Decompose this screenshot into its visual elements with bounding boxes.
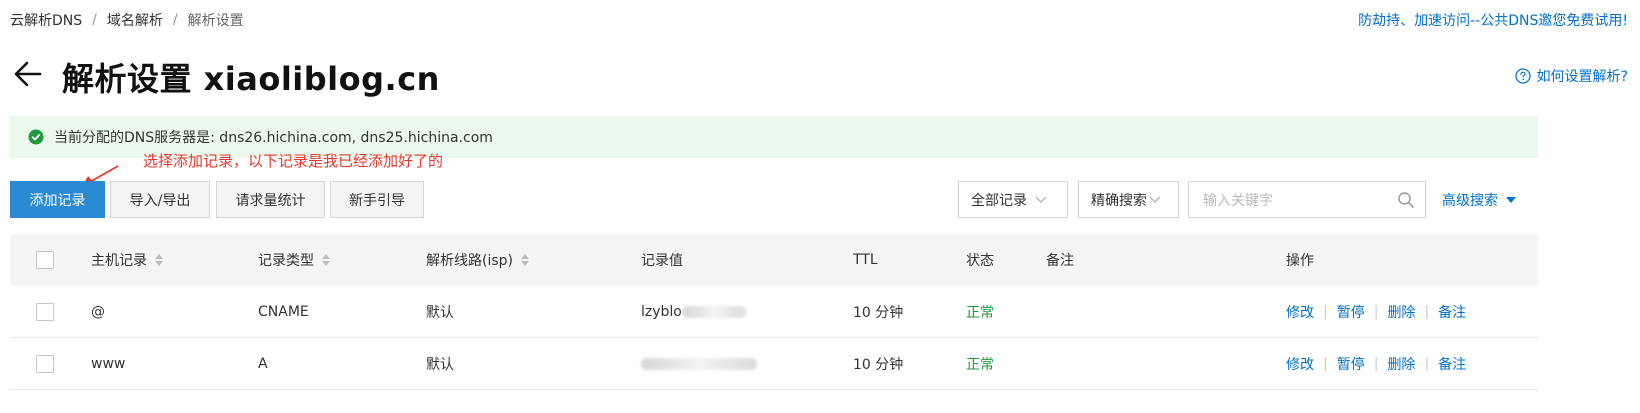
remark-link[interactable]: 备注 (1438, 302, 1466, 322)
breadcrumb-item-cloud-dns[interactable]: 云解析DNS (10, 10, 82, 30)
ttl-cell: 10 分钟 (853, 305, 904, 321)
line-cell: 默认 (426, 305, 454, 321)
table-row: www A 默认 10 分钟 正常 修改 | 暂停 | 删除 | 备注 (10, 338, 1538, 390)
delete-link[interactable]: 删除 (1387, 354, 1415, 374)
column-header-value: 记录值 (641, 253, 683, 269)
line-cell: 默认 (426, 357, 454, 373)
records-table-header: 主机记录 记录类型 解析线路(isp) 记录值 TTL 状态 备注 操作 (10, 234, 1538, 286)
host-cell: www (91, 356, 126, 372)
redacted-value (641, 358, 757, 370)
add-record-button[interactable]: 添加记录 (10, 181, 105, 218)
status-cell: 正常 (966, 357, 994, 373)
status-cell: 正常 (966, 305, 994, 321)
column-header-status: 状态 (966, 253, 994, 269)
table-row: @ CNAME 默认 lzyblo 10 分钟 正常 修改 | 暂停 | 删除 | 备… (10, 286, 1538, 338)
request-stats-button[interactable]: 请求量统计 (216, 181, 325, 218)
value-cell-text: lzyblo (641, 304, 682, 320)
column-header-type[interactable]: 记录类型 (258, 234, 330, 286)
sort-icon (155, 254, 163, 266)
import-export-button[interactable]: 导入/导出 (110, 181, 210, 218)
page-title: 解析设置 xiaoliblog.cn (62, 60, 440, 98)
keyword-search-input[interactable] (1201, 182, 1395, 219)
record-filter-value: 全部记录 (971, 192, 1027, 209)
caret-down-icon (1506, 197, 1516, 203)
chevron-down-icon (1149, 196, 1161, 203)
annotation-text: 选择添加记录，以下记录是我已经添加好了的 (143, 152, 444, 170)
row-actions: 修改 | 暂停 | 删除 | 备注 (1286, 302, 1467, 322)
pause-link[interactable]: 暂停 (1337, 354, 1365, 374)
row-actions: 修改 | 暂停 | 删除 | 备注 (1286, 354, 1467, 374)
edit-link[interactable]: 修改 (1286, 354, 1314, 374)
check-circle-icon (28, 129, 44, 145)
beginner-guide-button[interactable]: 新手引导 (330, 181, 424, 218)
dns-server-info-text: 当前分配的DNS服务器是: dns26.hichina.com, dns25.h… (54, 130, 493, 146)
ttl-cell: 10 分钟 (853, 357, 904, 373)
breadcrumb-separator: / (92, 12, 97, 28)
row-checkbox[interactable] (36, 303, 54, 321)
help-link[interactable]: 如何设置解析? (1514, 66, 1628, 86)
column-header-host-label: 主机记录 (91, 253, 147, 269)
host-cell: @ (91, 304, 105, 320)
back-arrow-icon[interactable] (12, 58, 44, 90)
sort-icon (521, 254, 529, 266)
pause-link[interactable]: 暂停 (1337, 302, 1365, 322)
help-link-label: 如何设置解析? (1536, 69, 1628, 85)
advanced-search-toggle[interactable]: 高级搜索 (1442, 190, 1516, 210)
column-header-line[interactable]: 解析线路(isp) (426, 234, 529, 286)
breadcrumb: 云解析DNS / 域名解析 / 解析设置 (10, 10, 244, 30)
breadcrumb-item-current: 解析设置 (187, 13, 244, 29)
search-icon[interactable] (1397, 191, 1415, 209)
column-header-ttl: TTL (853, 252, 878, 268)
column-header-actions: 操作 (1286, 253, 1314, 269)
column-header-remark: 备注 (1046, 253, 1074, 269)
breadcrumb-item-domain-resolution[interactable]: 域名解析 (107, 10, 163, 30)
remark-link[interactable]: 备注 (1438, 354, 1466, 374)
type-cell: CNAME (258, 304, 309, 320)
type-cell: A (258, 356, 268, 372)
select-all-checkbox[interactable] (36, 251, 54, 269)
edit-link[interactable]: 修改 (1286, 302, 1314, 322)
question-circle-icon (1514, 68, 1531, 84)
breadcrumb-separator: / (172, 12, 178, 28)
value-cell: lzyblo (641, 286, 746, 338)
column-header-type-label: 记录类型 (258, 253, 314, 269)
public-dns-promo-link[interactable]: 防劫持、加速访问--公共DNS邀您免费试用! (1358, 10, 1628, 30)
delete-link[interactable]: 删除 (1387, 302, 1415, 322)
record-filter-select[interactable]: 全部记录 (958, 181, 1068, 218)
chevron-down-icon (1035, 196, 1047, 203)
value-cell (641, 338, 757, 390)
search-mode-select[interactable]: 精确搜索 (1078, 181, 1179, 218)
column-header-host[interactable]: 主机记录 (91, 234, 163, 286)
sort-icon (322, 254, 330, 266)
advanced-search-label: 高级搜索 (1442, 193, 1498, 209)
row-checkbox[interactable] (36, 355, 54, 373)
redacted-value (681, 306, 746, 318)
keyword-search-box (1188, 181, 1426, 219)
column-header-line-label: 解析线路(isp) (426, 253, 513, 269)
search-mode-value: 精确搜索 (1091, 192, 1147, 209)
